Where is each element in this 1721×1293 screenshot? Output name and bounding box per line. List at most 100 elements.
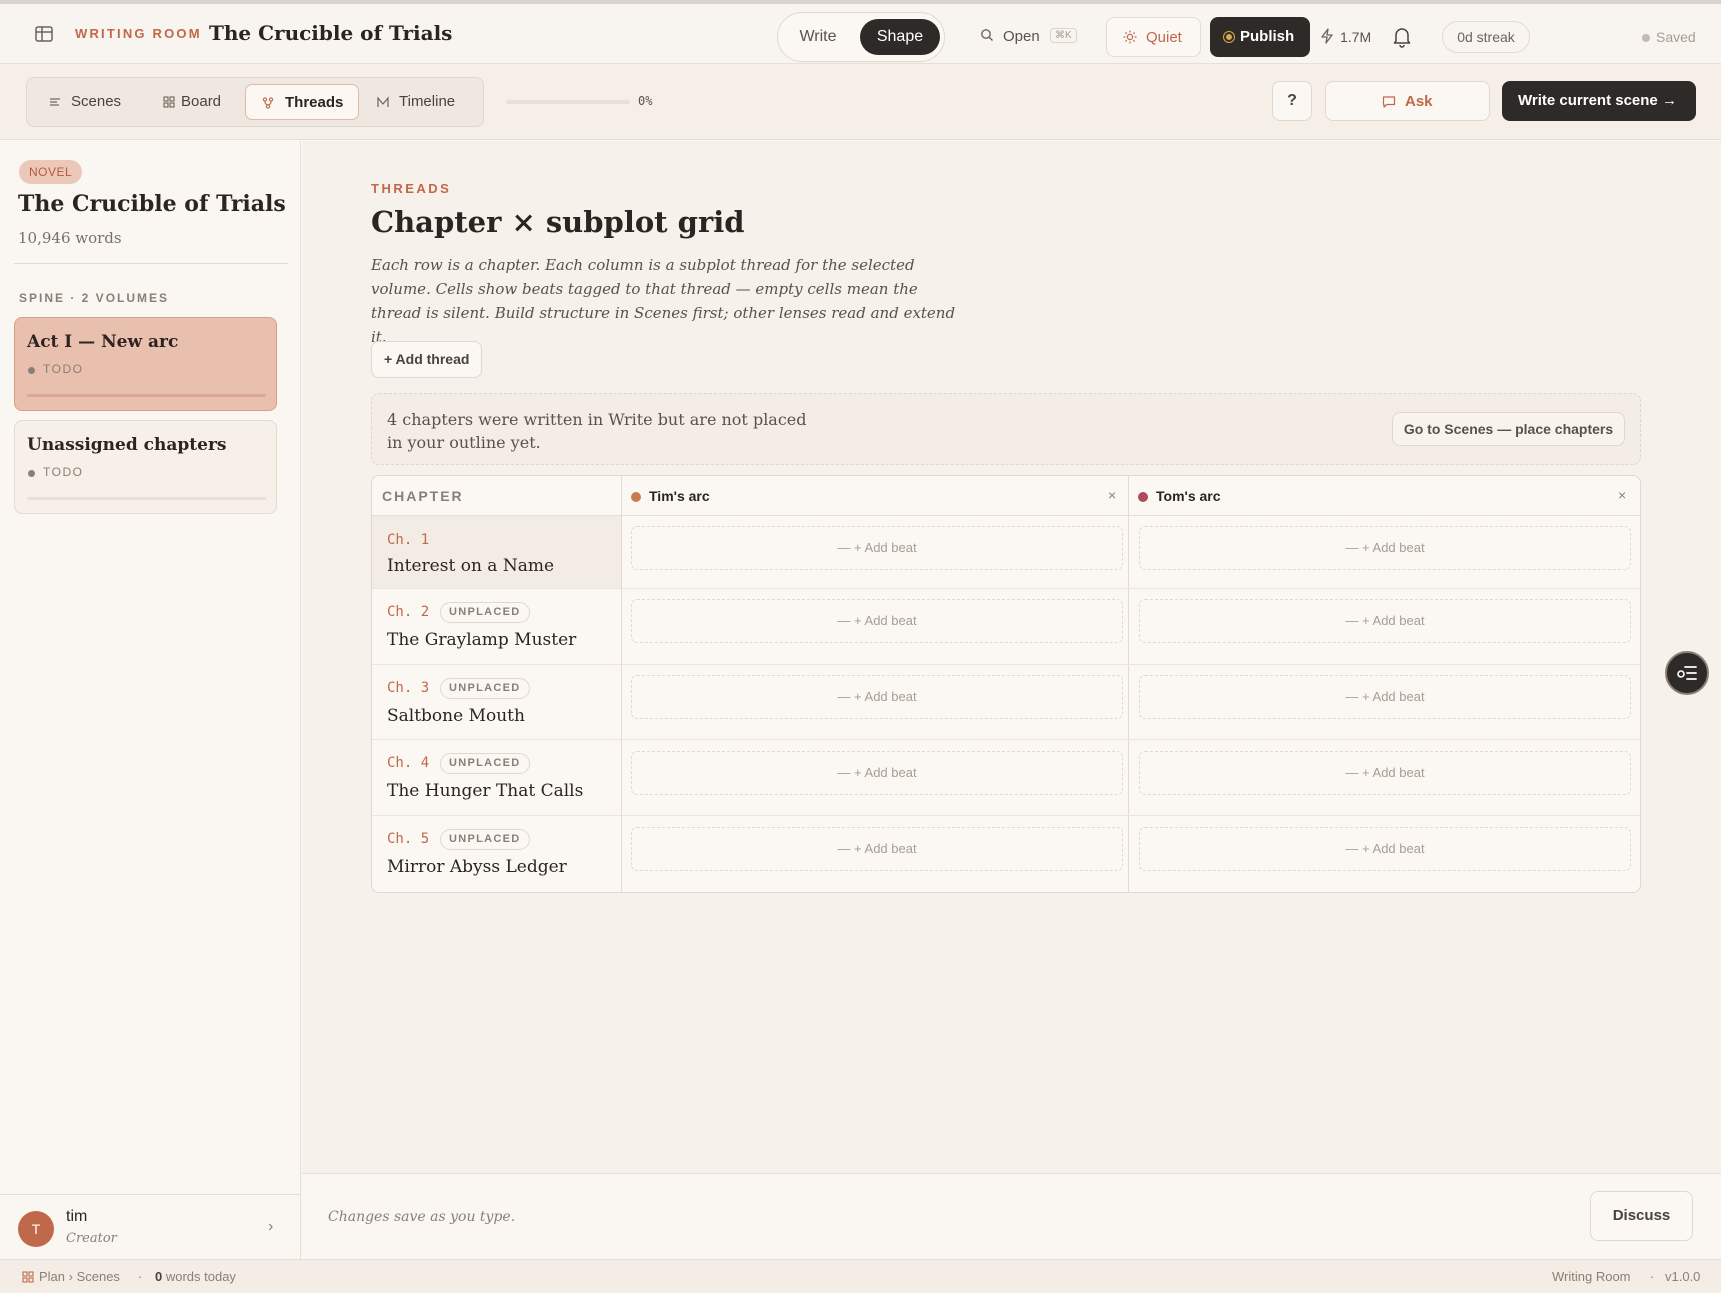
streak-badge[interactable]: 0d streak <box>1442 21 1530 53</box>
status-bar: Plan › Scenes · 0 words today Writing Ro… <box>0 1259 1721 1293</box>
write-current-scene-button[interactable]: Write current scene → <box>1502 81 1696 121</box>
volume-card-unassigned[interactable]: Unassigned chapters TODO <box>14 420 277 514</box>
sidebar-project-title: The Crucible of Trials <box>18 191 286 217</box>
add-beat-button[interactable]: — + Add beat <box>631 675 1123 719</box>
user-menu[interactable]: T tim Creator › <box>0 1194 301 1259</box>
checklist-icon <box>1677 666 1697 680</box>
user-name: tim <box>66 1208 88 1225</box>
outline-fab-button[interactable] <box>1665 651 1709 695</box>
help-button[interactable]: ? <box>1272 81 1312 121</box>
project-type-badge: NOVEL <box>19 160 83 184</box>
table-row: Ch. 3 UNPLACED Saltbone Mouth — + Add be… <box>372 665 1640 740</box>
add-beat-button[interactable]: — + Add beat <box>1139 751 1631 795</box>
chapter-title: The Graylamp Muster <box>387 630 577 650</box>
mode-shape-button[interactable]: Shape <box>860 19 940 55</box>
add-beat-button[interactable]: — + Add beat <box>631 751 1123 795</box>
remove-thread-button[interactable]: × <box>1108 487 1116 503</box>
thread-color-dot <box>1138 492 1148 502</box>
unplaced-badge: UNPLACED <box>440 753 530 774</box>
volume-title: Act I — New arc <box>27 332 179 352</box>
table-row: Ch. 1 Interest on a Name — + Add beat — … <box>372 516 1640 589</box>
tab-board[interactable]: Board <box>155 84 245 120</box>
thread-grid: CHAPTER Tim's arc × Tom's arc × Ch. 1 In… <box>371 475 1641 893</box>
chapter-cell[interactable]: Ch. 4 UNPLACED The Hunger That Calls <box>372 740 621 815</box>
open-button[interactable]: Open <box>1003 28 1040 45</box>
add-beat-button[interactable]: — + Add beat <box>631 599 1123 643</box>
chapter-cell[interactable]: Ch. 2 UNPLACED The Graylamp Muster <box>372 589 621 664</box>
app-name: Writing Room <box>1552 1269 1631 1284</box>
go-to-scenes-button[interactable]: Go to Scenes — place chapters <box>1392 412 1625 446</box>
volume-card-act-1[interactable]: Act I — New arc TODO <box>14 317 277 411</box>
add-beat-button[interactable]: — + Add beat <box>631 827 1123 871</box>
chapter-title: Mirror Abyss Ledger <box>387 857 567 877</box>
thread-name: Tim's arc <box>649 488 710 504</box>
remove-thread-button[interactable]: × <box>1618 487 1626 503</box>
quiet-button[interactable]: Quiet <box>1106 17 1201 57</box>
add-beat-button[interactable]: — + Add beat <box>1139 526 1631 570</box>
lens-toolbar: Scenes Board Threads Timeline 0% ? Ask W… <box>0 64 1721 140</box>
search-icon[interactable] <box>980 28 994 42</box>
breadcrumb[interactable]: Plan › Scenes <box>39 1269 120 1284</box>
word-count: 10,946 words <box>18 229 122 247</box>
chapter-number: Ch. 3 <box>387 680 430 696</box>
notice-text: 4 chapters were written in Write but are… <box>387 410 807 452</box>
table-row: Ch. 5 UNPLACED Mirror Abyss Ledger — + A… <box>372 816 1640 892</box>
ask-label: Ask <box>1405 93 1433 110</box>
tab-timeline[interactable]: Timeline <box>369 84 479 120</box>
sidebar-toggle-icon[interactable] <box>34 24 54 44</box>
chapter-title: Interest on a Name <box>387 556 555 576</box>
ask-button[interactable]: Ask <box>1325 81 1490 121</box>
page-title: Chapter × subplot grid <box>371 205 745 239</box>
lens-switcher: Scenes Board Threads Timeline <box>26 77 484 127</box>
grid-header: CHAPTER Tim's arc × Tom's arc × <box>372 476 1640 516</box>
unplaced-badge: UNPLACED <box>440 678 530 699</box>
volume-title: Unassigned chapters <box>27 435 227 455</box>
volume-status: TODO <box>43 465 84 479</box>
autosave-note: Changes save as you type. <box>328 1209 516 1225</box>
add-thread-button[interactable]: + Add thread <box>371 341 483 378</box>
mode-toggle: Write Shape <box>777 12 945 62</box>
list-icon <box>50 98 60 106</box>
chapter-number: Ch. 1 <box>387 532 430 548</box>
app-brand: WRITING ROOM <box>75 26 202 41</box>
app-version: v1.0.0 <box>1665 1269 1701 1284</box>
grid-icon <box>163 96 175 108</box>
volume-status: TODO <box>43 362 84 376</box>
main-footer: Changes save as you type. Discuss <box>302 1173 1721 1259</box>
section-eyebrow: THREADS <box>371 181 452 196</box>
publish-label: Publish <box>1240 28 1295 45</box>
tab-threads-label: Threads <box>285 94 344 111</box>
main-content: THREADS Chapter × subplot grid Each row … <box>302 141 1721 1259</box>
mode-write-button[interactable]: Write <box>784 19 852 55</box>
grid-icon <box>22 1271 34 1283</box>
chapter-cell[interactable]: Ch. 1 Interest on a Name <box>372 516 621 588</box>
bell-icon[interactable] <box>1392 26 1412 48</box>
avatar: T <box>18 1211 54 1247</box>
tab-timeline-label: Timeline <box>399 93 456 110</box>
publish-button[interactable]: Publish <box>1210 17 1310 57</box>
page-description: Each row is a chapter. Each column is a … <box>371 256 956 346</box>
volume-progress-bar <box>27 497 266 500</box>
words-today: 0 words today <box>155 1269 236 1284</box>
status-dot <box>28 367 35 374</box>
add-beat-button[interactable]: — + Add beat <box>1139 599 1631 643</box>
chapter-cell[interactable]: Ch. 3 UNPLACED Saltbone Mouth <box>372 665 621 739</box>
unplaced-badge: UNPLACED <box>440 829 530 850</box>
discuss-button[interactable]: Discuss <box>1590 1191 1693 1241</box>
thread-color-dot <box>631 492 641 502</box>
separator: · <box>138 1269 143 1284</box>
add-beat-button[interactable]: — + Add beat <box>631 526 1123 570</box>
branch-icon <box>262 97 274 109</box>
separator: · <box>1650 1269 1655 1284</box>
sun-icon <box>1123 30 1137 44</box>
table-row: Ch. 4 UNPLACED The Hunger That Calls — +… <box>372 740 1640 816</box>
add-beat-button[interactable]: — + Add beat <box>1139 827 1631 871</box>
spine-label: SPINE · 2 VOLUMES <box>19 291 170 305</box>
bolt-icon <box>1321 28 1333 44</box>
add-beat-button[interactable]: — + Add beat <box>1139 675 1631 719</box>
timeline-icon <box>377 96 389 107</box>
chapter-title: Saltbone Mouth <box>387 706 525 726</box>
chapter-cell[interactable]: Ch. 5 UNPLACED Mirror Abyss Ledger <box>372 816 621 892</box>
tab-scenes[interactable]: Scenes <box>41 84 137 120</box>
tab-threads[interactable]: Threads <box>245 84 359 120</box>
